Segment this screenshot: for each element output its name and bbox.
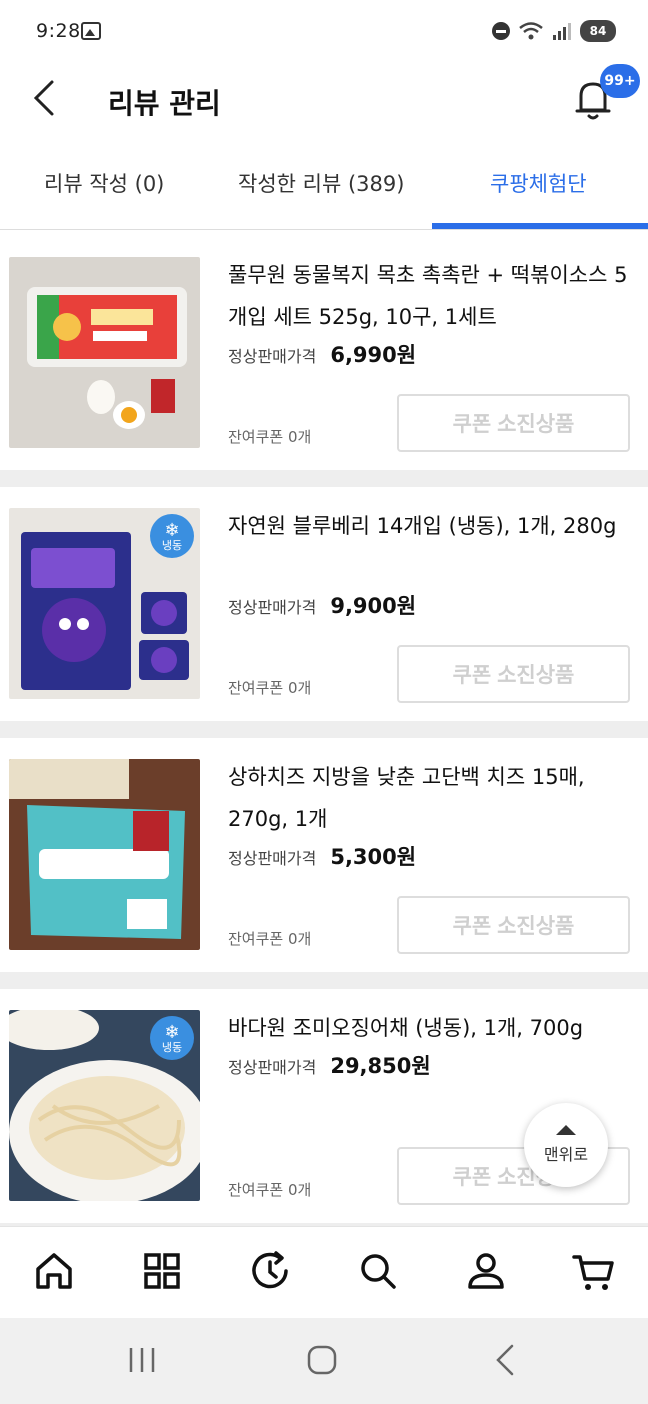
frozen-badge-label: 냉동 (161, 538, 183, 552)
coupon-soldout-button[interactable]: 쿠폰 소진상품 (397, 645, 630, 703)
scroll-to-top-button[interactable]: 맨위로 (524, 1103, 608, 1187)
coupon-soldout-button[interactable]: 쿠폰 소진상품 (397, 896, 630, 954)
home-icon[interactable] (30, 1247, 78, 1295)
page-title: 리뷰 관리 (108, 87, 221, 120)
snowflake-icon: ❄ (164, 1021, 180, 1043)
product-image-blueberry[interactable]: ❄ 냉동 (9, 508, 200, 699)
price-row: 정상판매가격 9,900원 (228, 590, 416, 620)
price-row: 정상판매가격 5,300원 (228, 841, 416, 871)
scroll-to-top-label: 맨위로 (543, 1145, 589, 1164)
back-arrow-icon[interactable] (28, 78, 62, 118)
price-value: 5,300원 (330, 845, 417, 869)
frozen-badge-label: 냉동 (161, 1040, 183, 1054)
price-label: 정상판매가격 (228, 849, 317, 868)
home-button-icon[interactable] (302, 1340, 342, 1380)
system-back-icon[interactable] (486, 1340, 526, 1380)
signal-icon (553, 23, 571, 40)
tab-bar: 리뷰 작성 (0) 작성한 리뷰 (389) 쿠팡체험단 (0, 150, 648, 230)
bottom-navigation (0, 1226, 648, 1318)
active-tab-indicator (432, 223, 648, 229)
product-list: 풀무원 동물복지 목초 촉촉란 + 떡볶이소스 5개입 세트 525g, 10구… (0, 236, 648, 1226)
snowflake-icon: ❄ (164, 519, 180, 541)
notification-badge: 99+ (600, 64, 640, 98)
remaining-coupons: 잔여쿠폰 0개 (228, 930, 312, 948)
list-item[interactable]: 풀무원 동물복지 목초 촉촉란 + 떡볶이소스 5개입 세트 525g, 10구… (0, 236, 648, 470)
coupon-soldout-button[interactable]: 쿠폰 소진상품 (397, 394, 630, 452)
list-item[interactable]: ❄ 냉동 자연원 블루베리 14개입 (냉동), 1개, 280g 정상판매가격… (0, 487, 648, 721)
product-title[interactable]: 자연원 블루베리 14개입 (냉동), 1개, 280g (228, 505, 628, 547)
cart-icon[interactable] (570, 1247, 618, 1295)
price-value: 9,900원 (330, 594, 417, 618)
price-row: 정상판매가격 29,850원 (228, 1050, 431, 1080)
status-time: 9:28 (36, 20, 81, 42)
product-title[interactable]: 풀무원 동물복지 목초 촉촉란 + 떡볶이소스 5개입 세트 525g, 10구… (228, 254, 628, 338)
frozen-badge: ❄ 냉동 (150, 1016, 194, 1060)
battery-icon: 84 (580, 20, 616, 42)
tab-written-reviews[interactable]: 작성한 리뷰 (389) (238, 168, 404, 198)
remaining-coupons: 잔여쿠폰 0개 (228, 679, 312, 697)
remaining-coupons: 잔여쿠폰 0개 (228, 1181, 312, 1199)
recent-icon[interactable] (246, 1247, 294, 1295)
price-label: 정상판매가격 (228, 598, 317, 617)
my-account-icon[interactable] (462, 1247, 510, 1295)
wifi-icon (519, 22, 543, 40)
remaining-coupons: 잔여쿠폰 0개 (228, 428, 312, 446)
product-image-cheese[interactable] (9, 759, 200, 950)
price-row: 정상판매가격 6,990원 (228, 339, 416, 369)
product-image-squid[interactable]: ❄ 냉동 (9, 1010, 200, 1201)
price-label: 정상판매가격 (228, 347, 317, 366)
price-label: 정상판매가격 (228, 1058, 317, 1077)
price-value: 29,850원 (330, 1054, 431, 1078)
tab-write-review[interactable]: 리뷰 작성 (0) (44, 168, 164, 198)
product-title[interactable]: 바다원 조미오징어채 (냉동), 1개, 700g (228, 1007, 628, 1049)
category-icon[interactable] (138, 1247, 186, 1295)
gallery-notification-icon (81, 22, 101, 40)
status-icons: 84 (492, 20, 616, 42)
do-not-disturb-icon (492, 22, 510, 40)
product-title[interactable]: 상하치즈 지방을 낮춘 고단백 치즈 15매, 270g, 1개 (228, 756, 628, 840)
tab-coupang-trial[interactable]: 쿠팡체험단 (490, 168, 587, 198)
status-bar: 9:28 84 (0, 0, 648, 64)
system-navigation-bar (0, 1318, 648, 1404)
list-item[interactable]: 상하치즈 지방을 낮춘 고단백 치즈 15매, 270g, 1개 정상판매가격 … (0, 738, 648, 972)
app-header: 리뷰 관리 99+ (0, 64, 648, 134)
arrow-up-icon (556, 1125, 576, 1135)
product-image-eggs[interactable] (9, 257, 200, 448)
search-icon[interactable] (354, 1247, 402, 1295)
frozen-badge: ❄ 냉동 (150, 514, 194, 558)
recent-apps-icon[interactable] (122, 1340, 162, 1380)
price-value: 6,990원 (330, 343, 417, 367)
